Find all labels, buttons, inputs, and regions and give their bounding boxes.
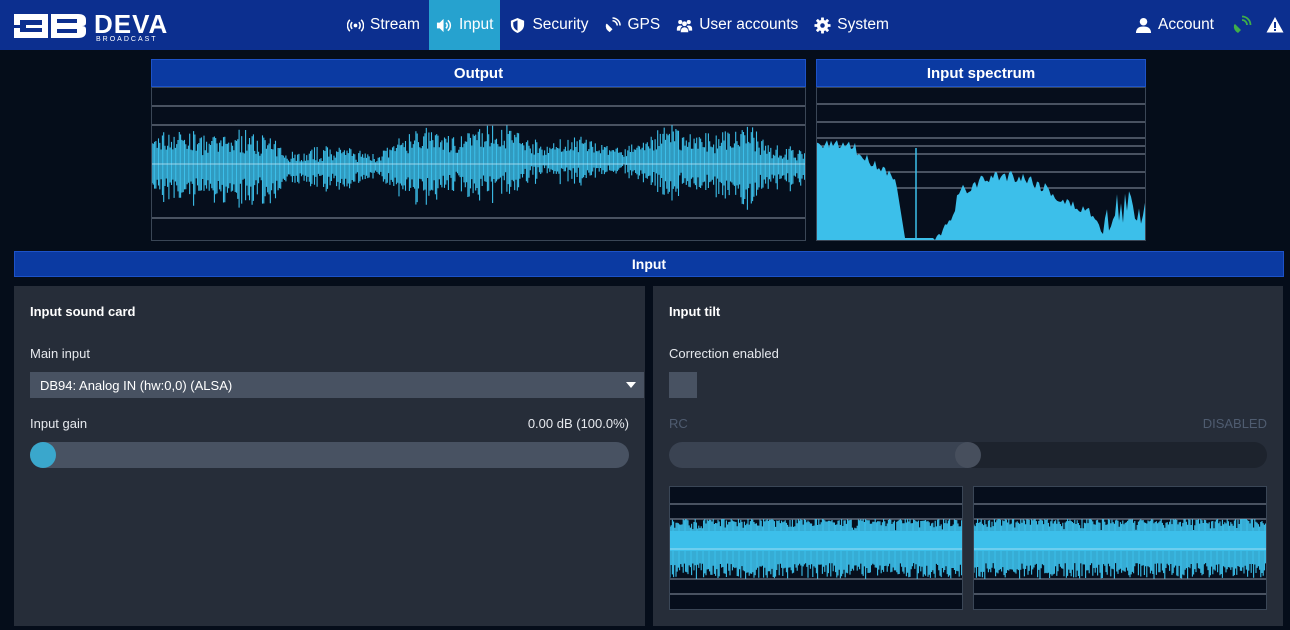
nav-item-gps[interactable]: GPS [597,0,667,50]
input-section-header: Input [14,251,1284,277]
input-gain-label: Input gain [30,416,88,431]
rc-slider[interactable] [669,442,1267,468]
spectrum-meter: Input spectrum [816,59,1146,241]
spectrum-meter-title: Input spectrum [816,59,1146,87]
tilt-scope-left [669,486,963,610]
tilt-scope-right-plot [973,503,1267,595]
nav-label-gps: GPS [627,16,661,33]
nav-label-users: User accounts [699,16,799,33]
warning-icon[interactable] [1266,16,1284,34]
shield-icon [511,17,525,33]
db-logo-mark [14,14,86,38]
nav-item-users[interactable]: User accounts [669,0,805,50]
brand-logo[interactable]: DEVA BROADCAST [14,8,184,43]
spectrum-plot [817,103,1145,240]
nav-item-security[interactable]: Security [502,0,595,50]
account-label: Account [1157,16,1214,33]
tilt-scope-left-plot [669,503,963,595]
rc-slider-thumb[interactable] [955,442,981,468]
nav-label-security: Security [532,16,589,33]
chevron-down-icon [626,382,636,388]
main-input-value: DB94: Analog IN (hw:0,0) (ALSA) [40,377,233,393]
input-sound-card-title: Input sound card [30,304,136,319]
output-waveform-plot [152,105,805,219]
user-icon [1135,17,1152,33]
correction-enabled-label: Correction enabled [669,346,779,361]
main-nav: Stream Input Security GPS User accounts … [340,0,898,50]
nav-right: Account [1135,0,1290,50]
nav-item-system[interactable]: System [807,0,896,50]
input-tilt-title: Input tilt [669,304,721,319]
nav-item-input[interactable]: Input [428,0,501,50]
rc-label: RC [669,416,688,431]
tilt-scope-right [973,486,1267,610]
nav-label-input: Input [458,16,494,33]
brand-sub: BROADCAST [96,36,158,43]
rc-status: DISABLED [1202,416,1267,431]
input-tilt-panel: Input tilt Correction enabled RC DISABLE… [653,286,1283,626]
correction-enabled-checkbox[interactable] [669,372,697,398]
satellite-icon [606,16,622,32]
main-input-label: Main input [30,346,90,361]
users-icon [677,19,693,32]
output-waveform [151,87,806,241]
speaker-icon [436,18,452,32]
input-sound-card-panel: Input sound card Main input DB94: Analog… [14,286,645,626]
broadcast-icon [347,18,364,32]
account-menu[interactable]: Account [1135,16,1214,34]
spectrum-fill [817,140,1145,240]
nav-item-stream[interactable]: Stream [340,0,427,50]
input-gain-slider-thumb[interactable] [30,442,56,468]
rc-slider-fill [669,442,968,468]
tilt-scope-band [670,531,962,551]
top-navbar: DEVA BROADCAST Stream Input Security GPS… [0,0,1290,50]
output-meter: Output [151,59,806,241]
nav-label-stream: Stream [370,16,420,33]
connection-status-icon[interactable] [1232,15,1252,35]
spectrum-display [816,87,1146,241]
input-section-title: Input [631,256,667,272]
output-waveform-trace [152,125,805,210]
nav-label-system: System [837,16,889,33]
main-input-select[interactable]: DB94: Analog IN (hw:0,0) (ALSA) [30,372,644,398]
output-meter-title: Output [151,59,806,87]
input-gain-value: 0.00 dB (100.0%) [527,416,629,431]
gear-icon [814,16,831,34]
tilt-scope-band [974,531,1266,551]
input-gain-slider[interactable] [30,442,629,468]
